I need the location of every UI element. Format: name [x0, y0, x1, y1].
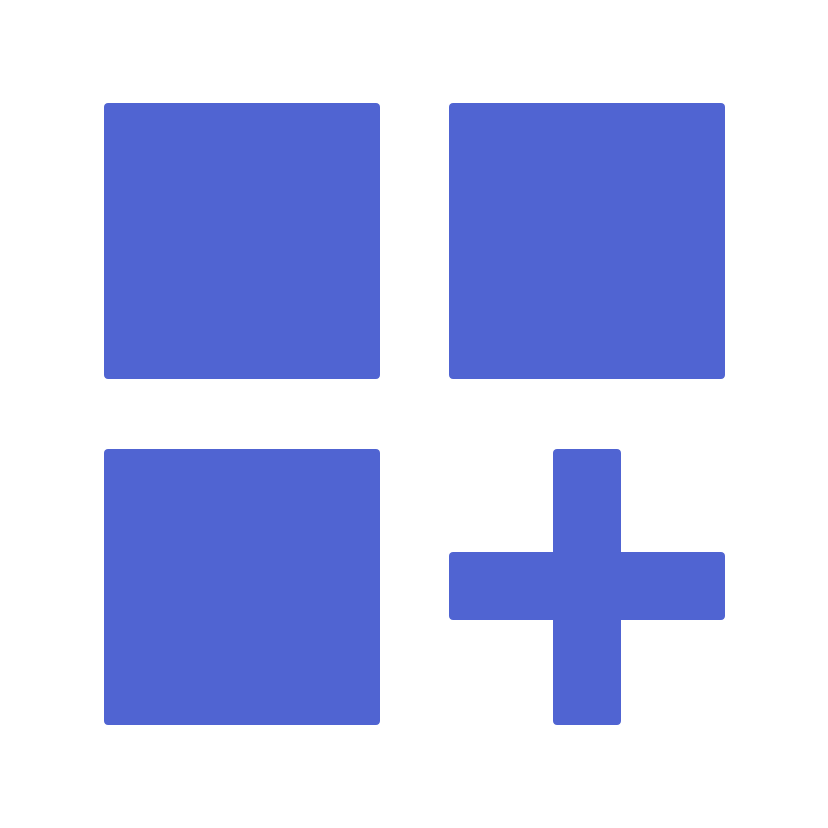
grid-tile-top-left: [104, 103, 380, 379]
icon-canvas: [0, 0, 828, 828]
add-widget-icon: [0, 0, 828, 828]
grid-tile-bottom-left: [104, 449, 380, 725]
grid-tile-top-right: [449, 103, 725, 379]
plus-icon-horizontal-bar: [449, 552, 725, 620]
